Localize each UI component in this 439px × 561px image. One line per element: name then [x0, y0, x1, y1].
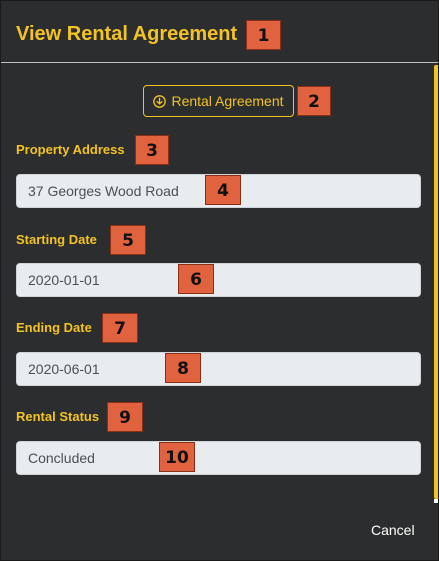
- modal-header: View Rental Agreement: [1, 1, 438, 63]
- download-rental-agreement-button[interactable]: Rental Agreement: [143, 85, 294, 117]
- annotation-badge-2: 2: [297, 86, 331, 116]
- download-circle-icon: [153, 94, 167, 108]
- property-address-label: Property Address: [16, 142, 125, 157]
- rental-agreement-modal: View Rental Agreement 1 Rental Agreement…: [0, 0, 439, 561]
- annotation-badge-7: 7: [102, 313, 138, 343]
- ending-date-field[interactable]: [16, 352, 421, 386]
- modal-scrollbar[interactable]: [434, 65, 438, 499]
- annotation-badge-1: 1: [246, 20, 281, 50]
- cancel-button[interactable]: Cancel: [371, 521, 415, 539]
- modal-title: View Rental Agreement: [16, 23, 238, 45]
- starting-date-field[interactable]: [16, 263, 421, 297]
- download-button-label: Rental Agreement: [171, 93, 284, 109]
- annotation-badge-9: 9: [107, 402, 143, 432]
- scrollbar-track-end: [434, 499, 438, 503]
- annotation-badge-5: 5: [110, 225, 146, 255]
- annotation-badge-8: 8: [165, 353, 201, 383]
- annotation-badge-6: 6: [178, 264, 214, 294]
- annotation-badge-3: 3: [135, 135, 169, 165]
- annotation-badge-4: 4: [205, 175, 241, 205]
- rental-status-field[interactable]: [16, 441, 421, 475]
- rental-status-label: Rental Status: [16, 409, 100, 424]
- annotation-badge-10: 10: [159, 442, 195, 472]
- ending-date-label: Ending Date: [16, 320, 92, 335]
- starting-date-label: Starting Date: [16, 232, 97, 247]
